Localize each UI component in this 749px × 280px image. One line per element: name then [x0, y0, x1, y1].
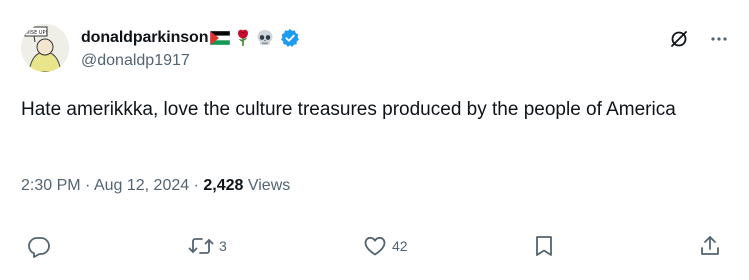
like-count: 42 [392, 238, 408, 254]
author-handle[interactable]: @donaldp1917 [81, 52, 679, 70]
views-count: 2,428 [203, 177, 244, 194]
more-options-icon[interactable] [709, 29, 729, 49]
avatar-sign-text: WISE UP! [24, 30, 47, 36]
meta-separator: · [80, 177, 94, 194]
skull-icon [256, 29, 274, 47]
share-button[interactable] [698, 234, 722, 258]
views-label: Views [243, 177, 291, 194]
share-icon [698, 234, 722, 258]
avatar[interactable]: WISE UP! [21, 24, 69, 72]
name-row: donaldparkinson [81, 27, 679, 49]
tweet-text: Hate amerikkka, love the culture treasur… [21, 99, 676, 120]
bookmark-button[interactable] [532, 234, 556, 258]
verified-badge-icon[interactable] [280, 28, 300, 48]
reply-button[interactable] [27, 234, 56, 258]
retweet-icon [188, 234, 214, 258]
reply-icon [27, 234, 51, 258]
palestine-flag-icon [210, 31, 231, 45]
tweet-meta: 2:30 PM · Aug 12, 2024 · 2,428 Views [21, 177, 290, 195]
name-badges [210, 28, 306, 48]
retweet-count: 3 [219, 238, 227, 254]
tweet-actions-bar: 3 42 [0, 234, 749, 264]
grok-icon[interactable] [669, 29, 689, 49]
tweet-time[interactable]: 2:30 PM [21, 177, 81, 194]
tweet-card: WISE UP! donaldparkinson @donaldp1917 Ha… [0, 0, 749, 280]
tweet-date[interactable]: Aug 12, 2024 [94, 177, 189, 194]
display-name[interactable]: donaldparkinson [81, 29, 209, 47]
like-button[interactable]: 42 [363, 234, 408, 258]
heart-icon [363, 234, 387, 258]
tweet-header: donaldparkinson @donaldp1917 [81, 27, 679, 70]
retweet-button[interactable]: 3 [188, 234, 227, 258]
rose-icon [236, 29, 250, 47]
bookmark-icon [532, 234, 556, 258]
meta-separator: · [189, 177, 204, 194]
tweet-top-actions [669, 29, 729, 49]
